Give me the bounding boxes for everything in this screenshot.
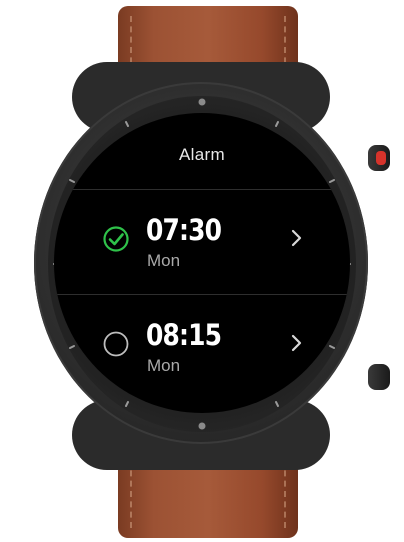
divider: [54, 294, 350, 295]
empty-circle-icon[interactable]: [102, 330, 130, 358]
crown-button-bottom[interactable]: [368, 364, 390, 390]
alarm-time: 08:15: [146, 318, 222, 352]
checkmark-circle-icon[interactable]: [102, 225, 130, 253]
alarm-time: 07:30: [146, 213, 222, 247]
alarm-item[interactable]: 08:15 Mon: [54, 298, 350, 398]
alarm-day: Mon: [147, 356, 181, 375]
screen-title: Alarm: [179, 145, 225, 164]
watch-screen: Alarm 07:30 Mon 08:15 Mon: [54, 113, 350, 413]
chevron-right-icon[interactable]: [290, 333, 304, 353]
alarm-day: Mon: [147, 251, 181, 270]
crown-button-top[interactable]: [368, 145, 390, 171]
divider: [54, 189, 350, 190]
alarm-item[interactable]: 07:30 Mon: [54, 193, 350, 293]
chevron-right-icon[interactable]: [290, 228, 304, 248]
